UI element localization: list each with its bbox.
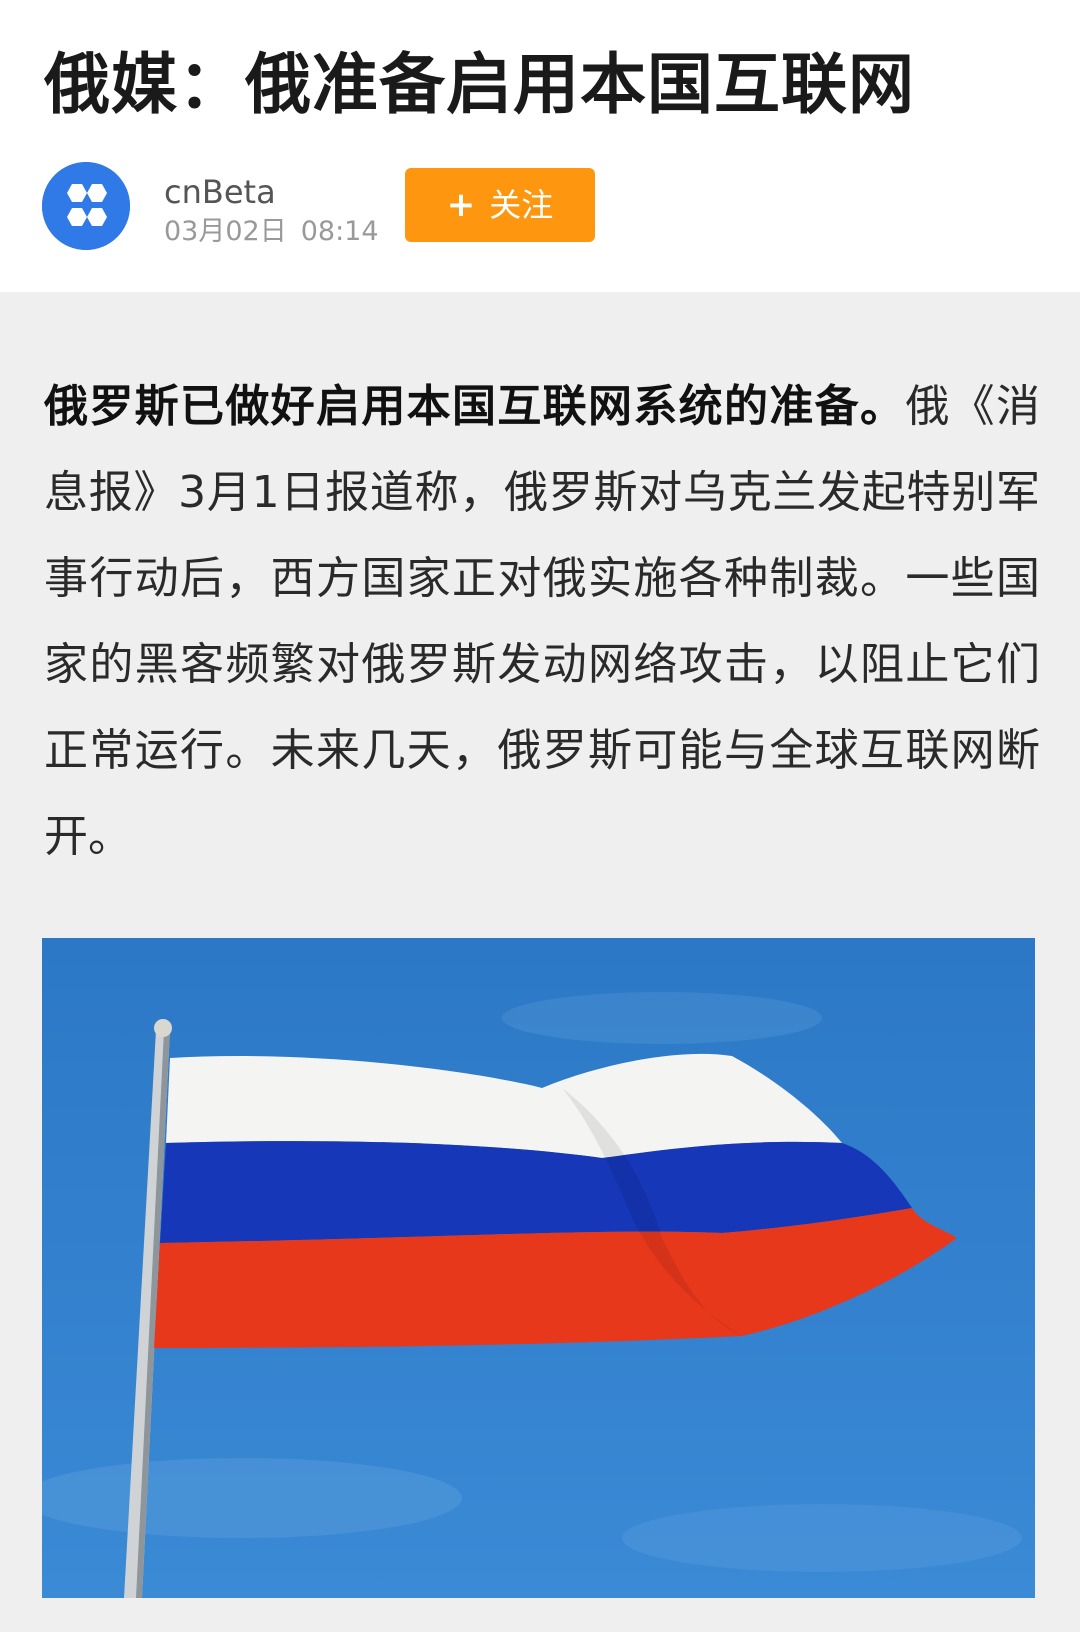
follow-button[interactable]: + 关注 — [405, 168, 595, 242]
article-image[interactable] — [42, 938, 1035, 1598]
article-title: 俄媒：俄准备启用本国互联网 — [44, 46, 915, 123]
follow-label: 关注 — [489, 186, 554, 224]
russian-flag-photo — [42, 938, 1035, 1598]
plus-icon: + — [446, 185, 476, 225]
author-avatar[interactable] — [42, 162, 130, 250]
author-name[interactable]: cnBeta — [164, 172, 276, 212]
hexagon-logo-icon — [42, 162, 130, 250]
publish-time: 03月02日 08:14 — [164, 214, 393, 250]
article-paragraph: 俄《消息报》3月1日报道称，俄罗斯对乌克兰发起特别军事行动后，西方国家正对俄实施… — [44, 381, 1041, 862]
publish-date: 03月02日 — [164, 216, 287, 247]
article-lead: 俄罗斯已做好启用本国互联网系统的准备。 — [44, 381, 906, 432]
publish-clock: 08:14 — [300, 216, 379, 247]
article-body: 俄罗斯已做好启用本国互联网系统的准备。俄《消息报》3月1日报道称，俄罗斯对乌克兰… — [44, 364, 1040, 880]
article-header: 俄媒：俄准备启用本国互联网 cnBeta 03月02日 08:14 + 关注 — [0, 0, 1080, 292]
